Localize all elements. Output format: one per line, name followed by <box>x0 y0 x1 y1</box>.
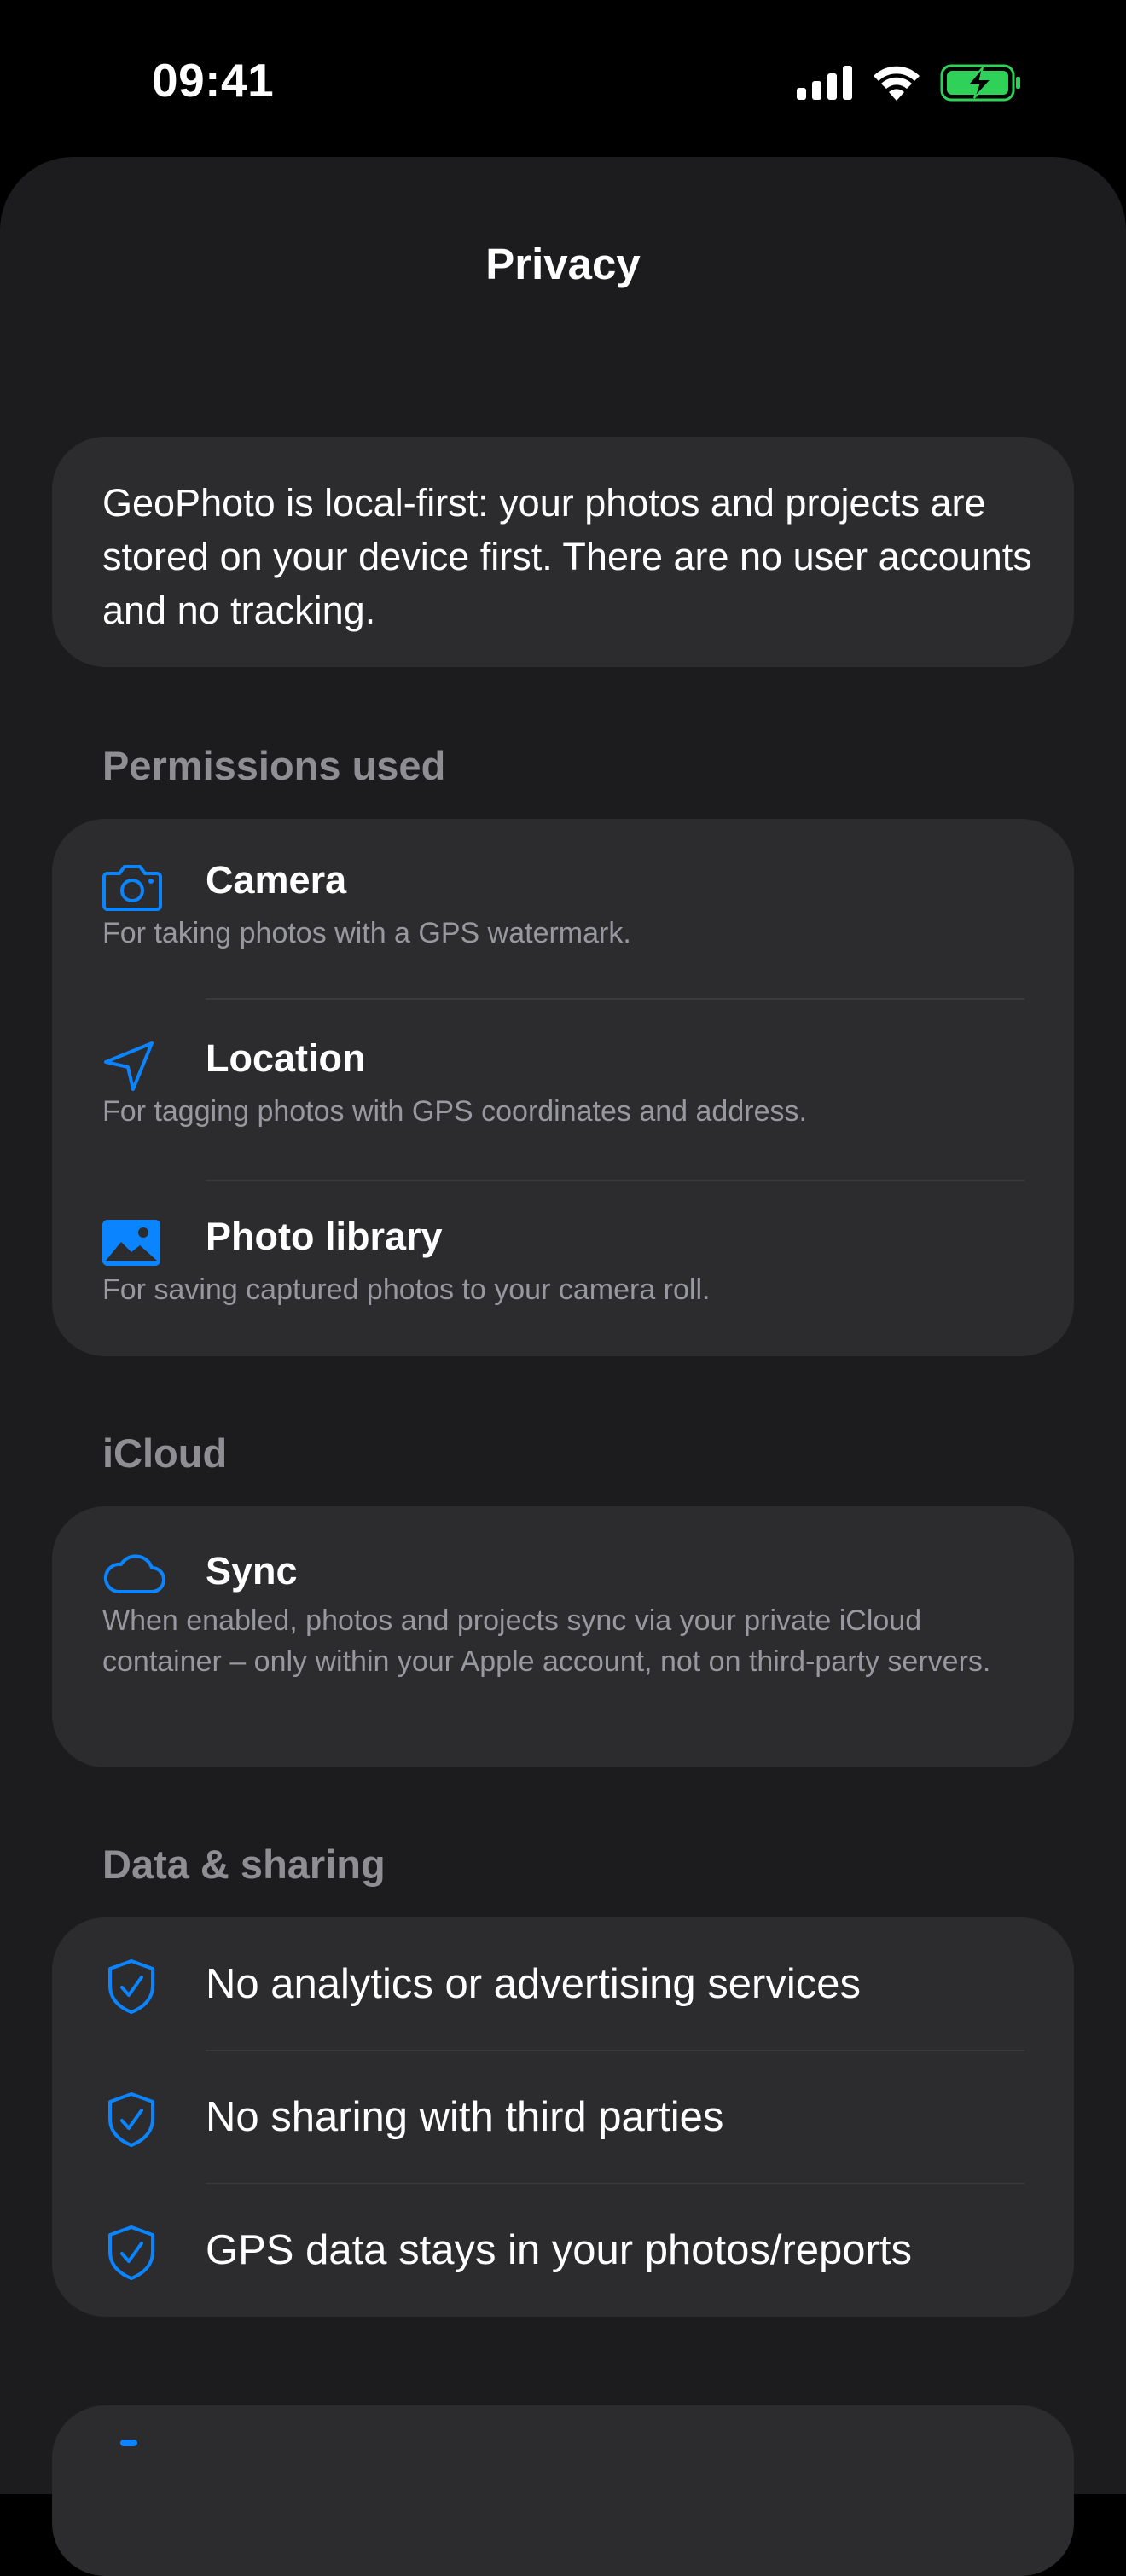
privacy-sheet: Privacy GeoPhoto is local-first: your ph… <box>0 157 1126 2576</box>
data-sharing-label: No analytics or advertising services <box>206 1961 861 2007</box>
permission-description: For saving captured photos to your camer… <box>102 1273 711 1306</box>
permission-row-location: Location For tagging photos with GPS coo… <box>52 999 1074 1178</box>
sync-description: When enabled, photos and projects sync v… <box>102 1604 991 1678</box>
intro-text: GeoPhoto is local-first: your photos and… <box>102 481 1032 632</box>
data-sharing-card: No analytics or advertising services No … <box>52 1917 1074 2317</box>
status-time: 09:41 <box>152 54 275 107</box>
cloud-icon <box>103 1554 165 1593</box>
shield-check-icon <box>108 1959 154 2014</box>
icloud-card: Sync When enabled, photos and projects s… <box>52 1506 1074 1767</box>
data-sharing-row: GPS data stays in your photos/reports <box>52 2184 1074 2317</box>
location-arrow-icon <box>104 1041 154 1091</box>
permissions-section-header: Permissions used <box>102 743 446 788</box>
wifi-icon <box>874 66 920 101</box>
permission-title: Camera <box>206 858 347 902</box>
status-bar: 09:41 <box>0 0 1126 158</box>
data-sharing-label: No sharing with third parties <box>206 2094 724 2140</box>
permission-description: For tagging photos with GPS coordinates … <box>102 1095 807 1128</box>
shield-check-icon <box>108 2225 154 2280</box>
cellular-signal-icon <box>797 66 852 100</box>
camera-icon <box>102 865 162 911</box>
intro-card: GeoPhoto is local-first: your photos and… <box>52 437 1074 667</box>
status-icons <box>797 61 1022 104</box>
data-sharing-section-header: Data & sharing <box>102 1842 386 1887</box>
next-card-icon <box>120 2440 137 2446</box>
permissions-card: Camera For taking photos with a GPS wate… <box>52 819 1074 1356</box>
permission-title: Photo library <box>206 1215 443 1258</box>
photo-library-icon <box>102 1220 160 1266</box>
page-title: Privacy <box>485 240 641 288</box>
icloud-section-header: iCloud <box>102 1430 228 1476</box>
data-sharing-row: No analytics or advertising services <box>52 1917 1074 2051</box>
sync-title: Sync <box>206 1549 298 1593</box>
battery-charging-icon <box>940 64 1020 102</box>
next-card <box>52 2405 1074 2576</box>
shield-check-icon <box>108 2092 154 2147</box>
permission-row-photo-library: Photo library For saving captured photos… <box>52 1179 1074 1356</box>
permission-row-camera: Camera For taking photos with a GPS wate… <box>52 819 1074 998</box>
permission-description: For taking photos with a GPS watermark. <box>102 917 631 949</box>
data-sharing-row: No sharing with third parties <box>52 2051 1074 2184</box>
permission-title: Location <box>206 1036 366 1080</box>
data-sharing-label: GPS data stays in your photos/reports <box>206 2227 912 2273</box>
